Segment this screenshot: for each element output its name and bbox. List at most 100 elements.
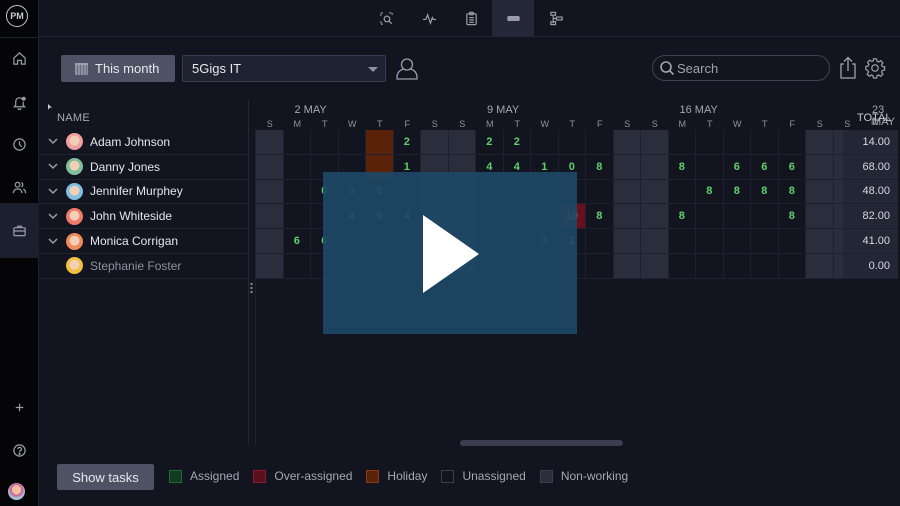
workload-cell[interactable] (283, 254, 311, 279)
workload-cell[interactable] (806, 229, 834, 254)
workload-cell[interactable] (778, 130, 806, 155)
workload-cell[interactable] (558, 130, 586, 155)
date-range-button[interactable]: This month (61, 55, 175, 82)
workload-cell[interactable]: 8 (696, 179, 724, 205)
export-button[interactable] (837, 56, 859, 80)
video-overlay[interactable] (323, 172, 577, 334)
sidebar-add-button[interactable] (0, 391, 39, 423)
workload-cell[interactable] (256, 154, 284, 180)
workload-cell[interactable]: 8 (668, 204, 696, 230)
workload-cell[interactable] (751, 204, 779, 230)
workload-cell[interactable] (668, 179, 696, 205)
team-select[interactable]: 5Gigs IT (182, 55, 386, 82)
workload-cell[interactable]: 8 (751, 179, 779, 205)
workload-cell[interactable]: 8 (586, 154, 614, 180)
workload-cell[interactable]: 8 (778, 204, 806, 230)
workload-cell[interactable] (283, 154, 311, 180)
workload-cell[interactable] (256, 204, 284, 230)
view-overview-button[interactable] (365, 0, 407, 36)
workload-cell[interactable] (366, 130, 394, 155)
chevron-down-icon[interactable] (48, 137, 58, 147)
workload-cell[interactable] (256, 130, 284, 155)
play-icon[interactable] (423, 215, 479, 293)
sidebar-item-people[interactable] (0, 171, 39, 203)
chevron-down-icon[interactable] (48, 162, 58, 172)
workload-cell[interactable] (696, 229, 724, 254)
workload-cell[interactable] (338, 130, 366, 155)
search-box[interactable] (652, 55, 830, 81)
workload-cell[interactable] (256, 229, 284, 254)
workload-cell[interactable] (586, 130, 614, 155)
workload-cell[interactable] (668, 229, 696, 254)
view-reports-button[interactable] (450, 0, 492, 36)
workload-cell[interactable]: 2 (476, 130, 504, 155)
workload-cell[interactable] (696, 254, 724, 279)
workload-cell[interactable] (668, 254, 696, 279)
pm-logo[interactable]: PM (6, 5, 28, 27)
workload-cell[interactable] (641, 154, 669, 180)
workload-cell[interactable] (806, 130, 834, 155)
name-column-header[interactable]: NAME (57, 112, 90, 124)
workload-cell[interactable] (778, 229, 806, 254)
workload-cell[interactable] (723, 130, 751, 155)
workload-cell[interactable] (586, 229, 614, 254)
settings-button[interactable] (864, 56, 886, 80)
workload-cell[interactable] (586, 179, 614, 205)
workload-cell[interactable]: 6 (283, 229, 311, 254)
view-hierarchy-button[interactable] (535, 0, 577, 36)
workload-cell[interactable] (531, 130, 559, 155)
sidebar-item-notifications[interactable] (0, 86, 39, 118)
workload-cell[interactable] (311, 130, 339, 155)
chevron-down-icon[interactable] (48, 211, 58, 221)
workload-cell[interactable] (283, 130, 311, 155)
chevron-down-icon[interactable] (48, 186, 58, 196)
workload-cell[interactable] (641, 204, 669, 230)
workload-cell[interactable] (806, 179, 834, 205)
workload-cell[interactable] (723, 254, 751, 279)
resource-row[interactable]: Monica Corrigan (39, 229, 249, 254)
workload-cell[interactable] (613, 254, 641, 279)
workload-cell[interactable] (751, 254, 779, 279)
resource-row[interactable]: John Whiteside (39, 204, 249, 230)
sidebar-help-button[interactable] (0, 434, 39, 466)
workload-cell[interactable] (448, 130, 476, 155)
sidebar-item-portfolio[interactable] (0, 203, 39, 258)
sidebar-item-home[interactable] (0, 42, 39, 74)
column-splitter[interactable] (248, 100, 249, 445)
workload-cell[interactable] (256, 254, 284, 279)
workload-cell[interactable] (751, 229, 779, 254)
workload-cell[interactable] (421, 130, 449, 155)
workload-cell[interactable] (641, 229, 669, 254)
workload-cell[interactable]: 6 (751, 154, 779, 180)
workload-cell[interactable] (723, 229, 751, 254)
workload-cell[interactable]: 6 (723, 154, 751, 180)
workload-cell[interactable] (723, 204, 751, 230)
workload-cell[interactable] (778, 254, 806, 279)
workload-cell[interactable] (806, 204, 834, 230)
workload-cell[interactable] (641, 254, 669, 279)
search-input[interactable] (677, 60, 817, 76)
workload-cell[interactable]: 6 (778, 154, 806, 180)
show-tasks-button[interactable]: Show tasks (57, 464, 154, 490)
workload-cell[interactable] (586, 254, 614, 279)
resource-row[interactable]: Jennifer Murphey (39, 180, 249, 205)
workload-cell[interactable] (806, 154, 834, 180)
workload-cell[interactable]: 8 (668, 154, 696, 180)
resource-row[interactable]: Stephanie Foster (39, 254, 249, 279)
user-avatar[interactable] (8, 483, 25, 500)
workload-cell[interactable]: 8 (778, 179, 806, 205)
chevron-down-icon[interactable] (48, 236, 58, 246)
workload-cell[interactable] (668, 130, 696, 155)
workload-cell[interactable] (256, 179, 284, 205)
view-dashboard-button[interactable] (408, 0, 450, 36)
workload-cell[interactable] (751, 130, 779, 155)
resource-row[interactable]: Adam Johnson (39, 130, 249, 155)
workload-cell[interactable]: 2 (393, 130, 421, 155)
workload-cell[interactable] (696, 154, 724, 180)
workload-cell[interactable] (696, 204, 724, 230)
workload-cell[interactable] (283, 179, 311, 205)
drag-handle-icon[interactable] (250, 282, 253, 294)
workload-cell[interactable] (613, 154, 641, 180)
resource-row[interactable]: Danny Jones (39, 155, 249, 180)
workload-cell[interactable]: 2 (503, 130, 531, 155)
